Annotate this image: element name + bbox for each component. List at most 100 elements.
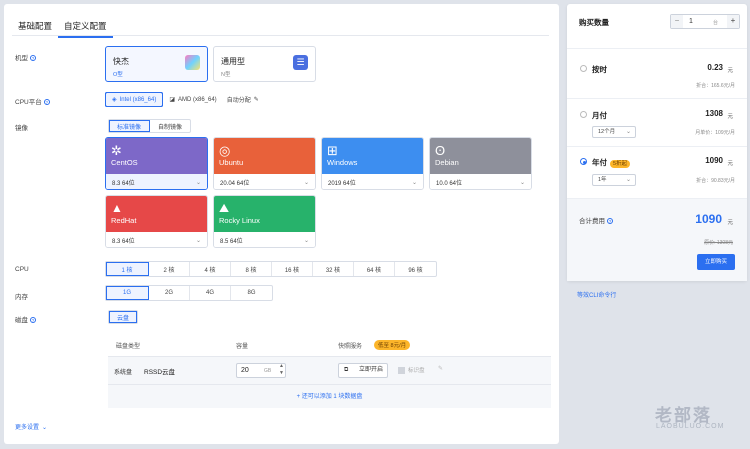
disk-label: 磁盘?	[15, 317, 36, 324]
os-card-centos[interactable]: CentOS ✲ 8.3 64位 ⌄	[105, 137, 208, 190]
os-name: Debian	[435, 158, 459, 167]
radio-monthly[interactable]	[580, 111, 587, 118]
cli-command-link[interactable]: 等效CLI命令行	[577, 290, 616, 299]
plan-note: 月单价：109元/月	[695, 130, 735, 136]
memory-label: 内存	[15, 294, 28, 301]
chevron-down-icon: ⌄	[519, 179, 525, 186]
kuaijie-icon	[185, 55, 200, 70]
os-version: 20.04 64位	[220, 180, 250, 187]
chevron-down-icon: ⌄	[42, 425, 48, 431]
tab-cloud-disk[interactable]: 云盘	[109, 311, 138, 323]
mem-option[interactable]: 2G	[149, 286, 190, 300]
model-sub: O型	[113, 72, 123, 78]
chevron-down-icon: ⌄	[411, 179, 417, 186]
plus-icon: +	[727, 15, 739, 28]
list-icon: ☰	[293, 55, 308, 70]
config-panel: 基础配置 自定义配置 机型? 快杰 O型 通用型 N型 ☰ CPU平台? ◈ In…	[4, 4, 559, 444]
tab-standard-image[interactable]: 标准镜像	[109, 120, 151, 132]
mem-option[interactable]: 4G	[190, 286, 231, 300]
chevron-down-icon: ⌄	[303, 237, 309, 244]
redhat-icon: ▲	[111, 201, 123, 215]
discount-badge: 5折起	[610, 160, 631, 168]
order-summary-panel: 购买数量 − 1 台 + 按时 0.23 元 折合：165.6元/月 月付 13…	[567, 4, 747, 281]
os-name: RedHat	[111, 216, 137, 225]
quantity-stepper[interactable]: − 1 台 +	[670, 14, 740, 29]
help-icon: ?	[30, 55, 36, 62]
chevron-down-icon: ⌄	[625, 177, 631, 183]
original-price: 原价: 1308元	[704, 240, 733, 246]
snapshot-badge: 低至 8元/月	[374, 340, 411, 350]
tab-custom-image[interactable]: 自制镜像	[150, 120, 190, 132]
os-card-debian[interactable]: Debian ʘ 10.0 64位 ⌄	[429, 137, 532, 190]
monthly-duration-select[interactable]: 12个月 ⌄	[592, 126, 636, 138]
help-icon: ?	[607, 218, 613, 225]
os-name: CentOS	[111, 158, 138, 167]
os-card-redhat[interactable]: RedHat ▲ 8.3 64位 ⌄	[105, 195, 208, 248]
platform-auto[interactable]: 自动分配 ✎	[223, 92, 263, 107]
os-version: 8.3 64位	[112, 180, 135, 187]
mem-option[interactable]: 8G	[231, 286, 272, 300]
help-icon: ?	[30, 317, 36, 324]
model-card-general[interactable]: 通用型 N型 ☰	[213, 46, 316, 82]
mem-option[interactable]: 1G	[106, 286, 149, 300]
cpu-option[interactable]: 64 核	[354, 262, 395, 276]
os-name: Ubuntu	[219, 158, 244, 167]
total-price: 1090	[695, 212, 722, 226]
snapshot-icon: ⧉	[344, 367, 349, 373]
disk-table-header: 磁盘类型 容量 快照服务 低至 8元/月	[108, 334, 551, 356]
model-card-kuaijie[interactable]: 快杰 O型	[105, 46, 208, 82]
platform-amd[interactable]: ◪ AMD (x86_64)	[163, 92, 222, 107]
plan-note: 折合：90.83元/月	[696, 178, 735, 184]
cpu-option[interactable]: 2 核	[149, 262, 190, 276]
amd-icon: ◪	[169, 97, 175, 103]
plan-price: 1308	[705, 109, 723, 118]
model-name: 通用型	[221, 57, 245, 66]
rocky-icon: ⛰	[219, 201, 230, 215]
add-data-disk-link[interactable]: + 还可以添加 1 块数据盘	[108, 384, 551, 408]
cpu-option[interactable]: 4 核	[190, 262, 231, 276]
cpu-option[interactable]: 32 核	[313, 262, 354, 276]
minus-icon: −	[671, 15, 683, 28]
cpu-option[interactable]: 8 核	[231, 262, 272, 276]
snapshot-button[interactable]: ⧉ 立即开启	[338, 363, 388, 378]
disk-size-input[interactable]: 20 GB ▲ ▼	[236, 363, 286, 378]
model-sub: N型	[221, 72, 231, 78]
plan-title: 年付 5折起	[592, 157, 631, 168]
plan-title: 月付	[592, 111, 607, 120]
chevron-down-icon: ⌄	[195, 237, 201, 244]
plan-price: 1090	[705, 156, 723, 165]
os-version: 8.5 64位	[220, 238, 243, 245]
cpu-option[interactable]: 16 核	[272, 262, 313, 276]
os-version: 8.3 64位	[112, 238, 135, 245]
yearly-duration-select[interactable]: 1年 ⌄	[592, 174, 636, 186]
os-name: Windows	[327, 158, 358, 167]
platform-intel[interactable]: ◈ Intel (x86_64)	[105, 92, 164, 107]
chevron-down-icon: ⌄	[195, 179, 201, 186]
os-version: 2019 64位	[328, 180, 356, 187]
os-card-ubuntu[interactable]: Ubuntu ◎ 20.04 64位 ⌄	[213, 137, 316, 190]
stepper-up-icon: ▲	[279, 363, 284, 369]
os-name: Rocky Linux	[219, 216, 260, 225]
os-card-rocky[interactable]: Rocky Linux ⛰ 8.5 64位 ⌄	[213, 195, 316, 248]
stepper-down-icon: ▼	[279, 370, 284, 376]
quantity-label: 购买数量	[579, 18, 609, 27]
mark-disk-checkbox[interactable]: 标识盘	[398, 366, 425, 375]
ubuntu-icon: ◎	[219, 143, 231, 158]
more-settings-toggle[interactable]: 更多设置 ⌄	[15, 422, 47, 431]
cpu-platform-label: CPU平台?	[15, 99, 50, 106]
cpu-option[interactable]: 1 核	[106, 262, 149, 276]
plan-price: 0.23	[707, 63, 723, 72]
debian-icon: ʘ	[435, 143, 446, 158]
buy-now-button[interactable]: 立即购买	[697, 254, 735, 270]
radio-yearly[interactable]	[580, 158, 587, 165]
os-version: 10.0 64位	[436, 180, 463, 187]
cpu-option[interactable]: 96 核	[395, 262, 436, 276]
total-label: 合计费用?	[579, 218, 613, 225]
model-label: 机型?	[15, 55, 36, 62]
chevron-down-icon: ⌄	[303, 179, 309, 186]
plan-note: 折合：165.6元/月	[696, 83, 735, 89]
radio-hourly[interactable]	[580, 65, 587, 72]
os-card-windows[interactable]: Windows ⊞ 2019 64位 ⌄	[321, 137, 424, 190]
watermark-url: LAOBULUO.COM	[656, 423, 725, 430]
cpu-label: CPU	[15, 266, 29, 273]
